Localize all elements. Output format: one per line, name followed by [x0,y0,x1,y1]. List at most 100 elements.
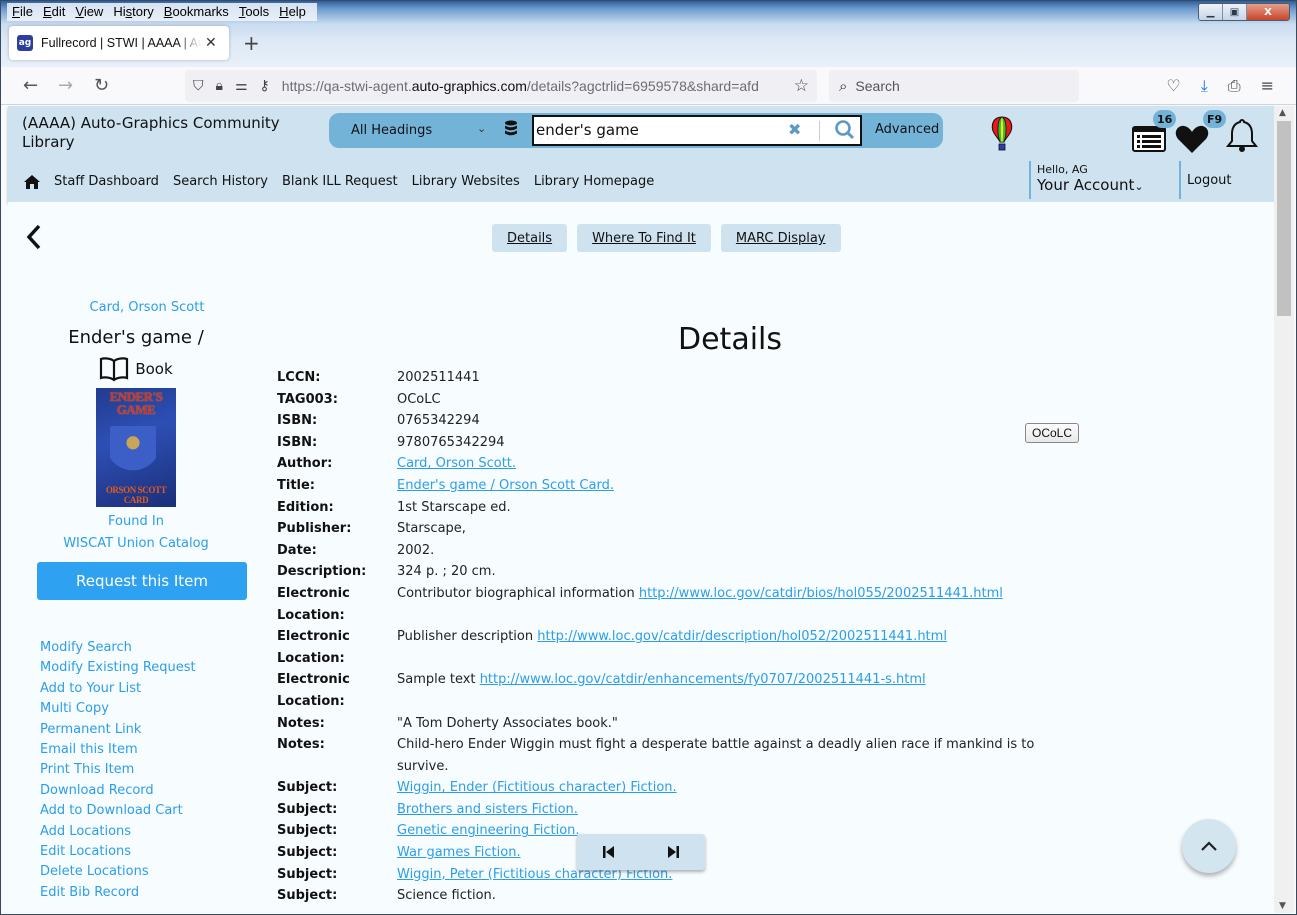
lock-icon[interactable]: 🔒︎ [216,78,223,94]
search-icon[interactable] [834,119,856,141]
action-download-record[interactable]: Download Record [40,781,196,801]
first-record-icon[interactable] [601,844,617,860]
pocket-icon[interactable]: ♡ [1166,76,1180,96]
reload-icon[interactable]: ↻ [94,75,109,96]
url-text[interactable]: https://qa-stwi-agent.auto-graphics.com/… [282,78,772,94]
detail-value: 2002. [397,540,1077,562]
detail-value: 1st Starscape ed. [397,497,1077,519]
request-item-button[interactable]: Request this Item [37,562,247,600]
minimize-button[interactable]: ▁ [1199,4,1223,20]
detail-row: Electronic Location: Publisher descriptio… [277,626,1077,669]
detail-value: Child-hero Ender Wiggin must fight a des… [397,734,1077,777]
account-label[interactable]: Your Account [1037,176,1134,194]
detail-link[interactable]: Ender's game / Orson Scott Card. [397,478,614,493]
search-input[interactable] [534,117,774,143]
forward-arrow-icon[interactable]: → [58,75,73,96]
database-icon[interactable] [504,120,518,138]
chevron-up-icon [1201,841,1217,851]
found-in: Found In WISCAT Union Catalog [36,511,236,555]
nav-staff-dashboard[interactable]: Staff Dashboard [54,174,159,189]
back-arrow-icon[interactable]: ← [23,75,38,96]
download-icon[interactable]: ⤓ [1201,76,1208,96]
hamburger-menu-icon[interactable]: ≡ [1261,76,1274,96]
clear-search-icon[interactable]: ✖ [788,120,801,139]
close-window-button[interactable]: X [1247,4,1289,20]
scroll-to-top-button[interactable] [1182,819,1236,873]
action-email-item[interactable]: Email this Item [40,740,196,760]
record-view-tabs: Details Where To Find It MARC Display [492,224,841,252]
book-cover-image[interactable]: ENDER'S GAME ORSON SCOTT CARD [96,388,176,507]
action-multi-copy[interactable]: Multi Copy [40,699,196,719]
nav-library-websites[interactable]: Library Websites [412,174,520,189]
action-add-to-list[interactable]: Add to Your List [40,679,196,699]
chevron-down-icon[interactable]: ⌄ [1134,180,1143,193]
scrollbar-thumb[interactable] [1277,121,1291,316]
hot-air-balloon-icon[interactable] [990,116,1014,152]
home-icon[interactable] [24,174,40,189]
detail-link[interactable]: Genetic engineering Fiction. [397,823,580,838]
action-permanent-link[interactable]: Permanent Link [40,720,196,740]
chevron-down-icon[interactable]: ⌄ [477,122,486,135]
permissions-icon[interactable]: ⚌ [235,78,248,94]
tab-where-to-find-it[interactable]: Where To Find It [577,224,711,252]
nav-library-homepage[interactable]: Library Homepage [534,174,654,189]
last-record-icon[interactable] [665,844,681,860]
detail-link[interactable]: Card, Orson Scott. [397,456,516,471]
detail-link[interactable]: http://www.loc.gov/catdir/bios/hol055/20… [639,586,1003,601]
action-delete-locations[interactable]: Delete Locations [40,862,196,882]
menu-history[interactable]: History [108,3,158,21]
action-modify-search[interactable]: Modify Search [40,638,196,658]
ocolc-button[interactable]: OCoLC [1025,423,1080,443]
account-menu[interactable]: Hello, AG Your Account⌄ [1029,161,1179,199]
notifications-bell-icon[interactable] [1226,118,1258,154]
detail-link[interactable]: Wiggin, Ender (Fictitious character) Fic… [397,780,677,795]
browser-search-box[interactable]: ⌕ Search [829,70,1079,102]
found-in-catalog-link[interactable]: WISCAT Union Catalog [36,533,236,555]
new-tab-button[interactable]: + [243,31,260,55]
menu-edit[interactable]: Edit [38,3,70,21]
detail-link[interactable]: War games Fiction. [397,845,521,860]
action-add-to-download-cart[interactable]: Add to Download Cart [40,801,196,821]
search-scope-select[interactable]: All Headings [351,123,432,138]
reading-list-icon[interactable] [1132,126,1166,152]
detail-link[interactable]: Brothers and sisters Fiction. [397,802,578,817]
detail-text: Science fiction. [397,888,496,904]
detail-link[interactable]: http://www.loc.gov/catdir/description/ho… [537,629,947,644]
close-tab-icon[interactable]: ✕ [205,35,217,51]
author-link[interactable]: Card, Orson Scott [58,300,236,315]
menu-tools[interactable]: Tools [234,3,274,21]
page-scrollbar[interactable]: ▲ ▼ [1274,106,1294,913]
print-icon[interactable]: ⎙ [1228,76,1241,96]
action-edit-locations[interactable]: Edit Locations [40,842,196,862]
browser-window: File Edit View History Bookmarks Tools H… [0,0,1297,915]
nav-search-history[interactable]: Search History [173,174,268,189]
menu-help[interactable]: Help [274,3,311,21]
menu-bookmarks[interactable]: Bookmarks [159,3,234,21]
menu-view[interactable]: View [70,3,108,21]
logout-link[interactable]: Logout [1179,161,1232,199]
shield-icon[interactable]: ⛉ [193,78,204,94]
detail-text: 324 p. ; 20 cm. [397,564,496,580]
detail-row: Subject: Science fiction. [277,885,1077,907]
detail-link[interactable]: http://www.loc.gov/catdir/enhancements/f… [480,672,926,687]
menu-file[interactable]: File [7,3,38,21]
favorites-heart-icon[interactable] [1175,124,1209,154]
action-modify-existing-request[interactable]: Modify Existing Request [40,658,196,678]
detail-text: 2002. [397,542,435,558]
tab-details[interactable]: Details [492,224,568,252]
maximize-button[interactable]: ▣ [1223,4,1247,20]
action-add-locations[interactable]: Add Locations [40,822,196,842]
nav-blank-ill-request[interactable]: Blank ILL Request [282,174,398,189]
advanced-search-link[interactable]: Advanced [875,122,939,137]
action-print-item[interactable]: Print This Item [40,760,196,780]
browser-tab-active[interactable]: ag Fullrecord | STWI | AAAA | Auto-Graph… [9,26,229,60]
key-icon[interactable]: ⚷ [260,78,270,94]
address-bar[interactable]: ⛉ 🔒︎ ⚌ ⚷ https://qa-stwi-agent.auto-grap… [185,70,817,102]
tab-marc-display[interactable]: MARC Display [720,224,841,252]
scroll-up-icon[interactable]: ▲ [1279,108,1286,118]
detail-row: Title: Ender's game / Orson Scott Card. [277,475,1077,497]
bookmark-star-icon[interactable]: ☆ [794,76,809,96]
back-chevron-icon[interactable] [26,224,42,250]
action-edit-bib-record[interactable]: Edit Bib Record [40,883,196,903]
scroll-down-icon[interactable]: ▼ [1279,901,1286,911]
